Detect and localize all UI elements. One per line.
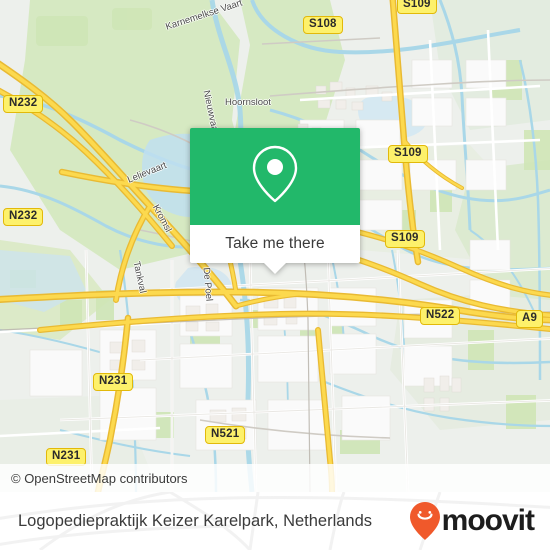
map-label: Hoornsloot (225, 97, 271, 108)
moovit-wordmark: moovit (441, 504, 535, 537)
osm-attribution-text: © OpenStreetMap contributors (11, 470, 188, 486)
road-shield: A9 (516, 310, 544, 328)
popup-tail (264, 263, 286, 274)
popup-pin-panel (190, 128, 360, 225)
road-shield: N232 (3, 95, 44, 113)
map-pin-icon (249, 143, 301, 210)
moovit-smiley-pin-icon (409, 502, 440, 540)
road-shield: S109 (397, 0, 437, 14)
footer-bar: Logopediepraktijk Keizer Karelpark, Neth… (0, 492, 550, 550)
popup-cta-panel[interactable]: Take me there (190, 225, 360, 274)
road-shield: N231 (93, 373, 134, 391)
place-name: Logopediepraktijk Keizer Karelpark, Neth… (18, 511, 373, 530)
road-shield: S109 (385, 230, 425, 248)
road-shield: S108 (303, 16, 343, 34)
map-attribution-bar: © OpenStreetMap contributors (0, 464, 550, 492)
take-me-there-label: Take me there (225, 235, 325, 252)
map-canvas[interactable]: Karnemelkse Vaart Hoornsloot Nieuwvaart … (0, 0, 550, 492)
road-shield: S109 (388, 145, 428, 163)
road-shield: N232 (3, 208, 44, 226)
take-me-there-popup[interactable]: Take me there (190, 128, 360, 274)
road-shield: N521 (205, 426, 246, 444)
road-shield: N522 (420, 307, 461, 325)
moovit-logo[interactable]: moovit (409, 502, 535, 540)
screenshot-root: Karnemelkse Vaart Hoornsloot Nieuwvaart … (0, 0, 550, 550)
